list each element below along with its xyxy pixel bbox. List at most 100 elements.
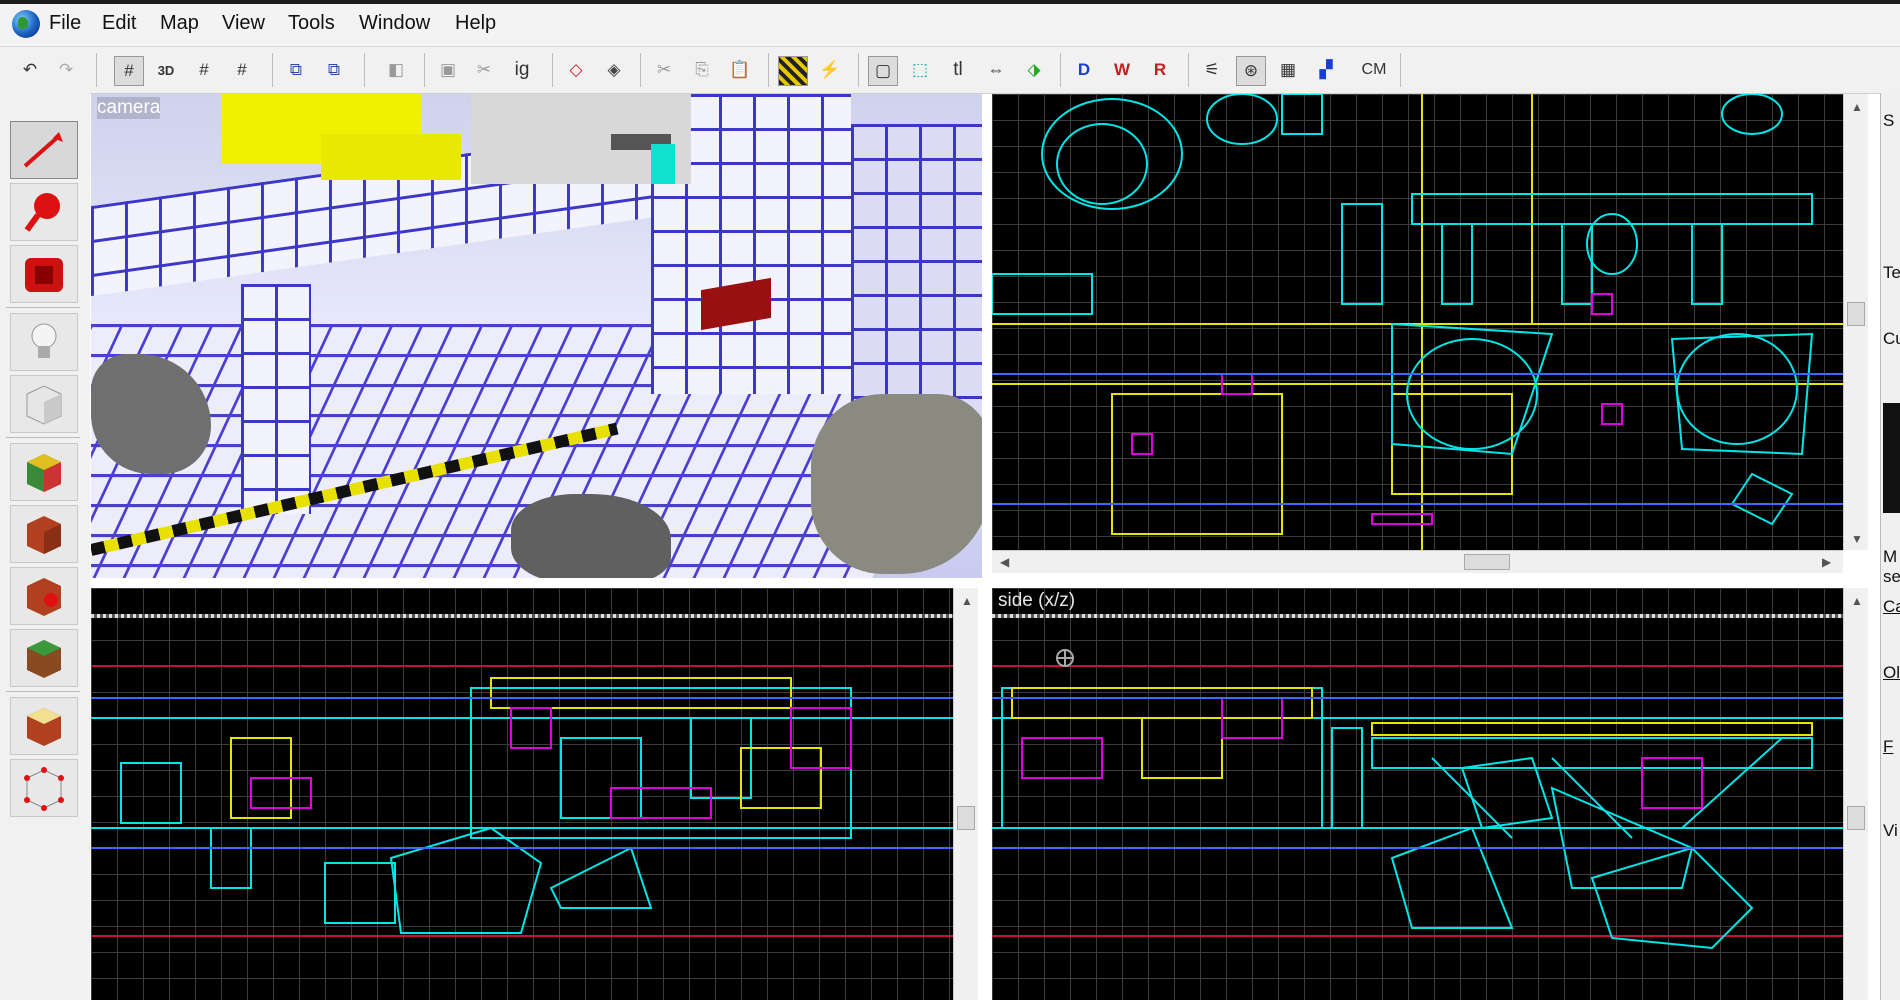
texture-tl-button[interactable]: tl xyxy=(944,56,972,84)
toolbar-separator xyxy=(768,53,769,87)
copy-icon[interactable]: ⎘ xyxy=(688,56,716,84)
group-icon[interactable]: ⧉ xyxy=(282,56,310,84)
menu-window[interactable]: Window xyxy=(359,12,430,35)
hollow-icon[interactable]: ▣ xyxy=(434,56,462,84)
panel-fragment: Te xyxy=(1883,263,1900,282)
tool-separator xyxy=(6,307,80,308)
scroll-thumb[interactable] xyxy=(1847,302,1865,326)
panel-fragment[interactable]: Ol xyxy=(1883,663,1900,683)
panel-fragment[interactable]: F xyxy=(1883,737,1893,757)
cut-icon[interactable]: ✂ xyxy=(650,56,678,84)
grid-icon[interactable]: # xyxy=(114,56,144,86)
layers-icon[interactable]: ▞ xyxy=(1312,56,1340,84)
toolbar-separator xyxy=(640,53,641,87)
menu-tools[interactable]: Tools xyxy=(288,12,335,35)
terrain-cube-icon[interactable] xyxy=(10,629,78,687)
top-viewport-vscroll[interactable]: ▲ ▼ xyxy=(1843,94,1868,550)
texture-replace-icon[interactable]: ⬗ xyxy=(1020,56,1048,84)
ungroup-icon[interactable]: ⧉ xyxy=(320,56,348,84)
scroll-up-arrow-icon[interactable]: ▲ xyxy=(961,594,973,608)
panel-fragment: S xyxy=(1883,111,1895,130)
redo-icon[interactable]: ↷ xyxy=(52,56,80,84)
brick-cube-icon[interactable] xyxy=(10,505,78,563)
rubble-right xyxy=(811,394,982,574)
entity-cube-icon[interactable] xyxy=(10,375,78,433)
scroll-thumb[interactable] xyxy=(1847,806,1865,830)
front-viewport[interactable] xyxy=(91,588,953,1000)
menu-view[interactable]: View xyxy=(222,12,265,35)
texture-app-icon[interactable]: ⇔ xyxy=(982,56,1010,84)
display-wireframe-icon[interactable]: W xyxy=(1108,56,1136,84)
scroll-up-arrow-icon[interactable]: ▲ xyxy=(1851,594,1863,608)
texture-cube-icon[interactable] xyxy=(10,443,78,501)
menu-file[interactable]: File xyxy=(49,12,81,35)
texture-lock-icon[interactable] xyxy=(778,56,808,86)
scroll-thumb[interactable] xyxy=(957,806,975,830)
models-icon[interactable]: ⊛ xyxy=(1236,56,1266,86)
toolbar-separator xyxy=(552,53,553,87)
main-toolbar: ↶ ↷ # 3D # # ⧉ ⧉ ◧ ▣ ✂ ig ◇ ◈ ✂ ⎘ 📋 ⚡ ▢ … xyxy=(0,47,1900,94)
side-viewport[interactable]: side (x/z) xyxy=(992,588,1843,1000)
grid-small-icon[interactable]: # xyxy=(190,56,218,84)
light-icon[interactable] xyxy=(10,313,78,371)
menu-help[interactable]: Help xyxy=(455,12,496,35)
entity-connections-icon[interactable]: ⚟ xyxy=(1198,56,1226,84)
camera-icon[interactable] xyxy=(10,245,78,303)
ignore-groups-button[interactable]: ig xyxy=(508,56,536,84)
display-render-icon[interactable]: R xyxy=(1146,56,1174,84)
panel-fragment: Cu xyxy=(1883,329,1900,348)
menu-map[interactable]: Map xyxy=(160,12,199,35)
hide-selected-icon[interactable]: ◇ xyxy=(562,56,590,84)
grid-large-icon[interactable]: # xyxy=(228,56,256,84)
toolbar-separator xyxy=(96,53,97,87)
cm-button[interactable]: CM xyxy=(1354,56,1394,84)
side-viewport-vscroll[interactable]: ▲ xyxy=(1843,588,1868,1000)
panel-preview-box xyxy=(1883,403,1900,513)
paste-icon[interactable]: 📋 xyxy=(726,56,754,84)
front-view-brushes xyxy=(91,665,953,937)
camera-viewport[interactable]: camera xyxy=(91,94,982,578)
brick-special-icon[interactable] xyxy=(10,567,78,625)
scroll-up-arrow-icon[interactable]: ▲ xyxy=(1851,100,1863,114)
scroll-down-arrow-icon[interactable]: ▼ xyxy=(1851,532,1863,546)
rubble-bottom xyxy=(511,494,671,578)
toolbar-separator xyxy=(858,53,859,87)
top-viewport[interactable] xyxy=(992,94,1843,550)
magnify-icon[interactable] xyxy=(10,183,78,241)
front-viewport-vscroll[interactable]: ▲ xyxy=(953,588,978,1000)
panel-fragment: Vi xyxy=(1883,821,1898,840)
right-side-panel: S Te Cu M se Ca Ol F Vi xyxy=(1880,93,1900,1000)
camera-label: camera xyxy=(97,97,161,119)
scroll-right-arrow-icon[interactable]: ▶ xyxy=(1822,555,1831,569)
texture-lock-scale-icon[interactable]: ⚡ xyxy=(816,56,844,84)
toolbar-separator xyxy=(1188,53,1189,87)
panel-fragment: M xyxy=(1883,547,1898,566)
select-arrow-icon[interactable] xyxy=(10,121,78,179)
support-pillar xyxy=(241,284,311,514)
show-all-icon[interactable]: ◈ xyxy=(600,56,628,84)
top-viewport-hscroll[interactable]: ◀ ▶ xyxy=(992,550,1843,573)
app-globe-icon[interactable] xyxy=(12,10,40,38)
menu-edit[interactable]: Edit xyxy=(102,12,136,35)
panel-fragment: se xyxy=(1883,567,1900,586)
select-cursor-icon[interactable]: ⬚ xyxy=(906,56,934,84)
panel-fragment[interactable]: Ca xyxy=(1883,597,1900,617)
toolbar-separator xyxy=(1060,53,1061,87)
undo-icon[interactable]: ↶ xyxy=(16,56,44,84)
scroll-thumb[interactable] xyxy=(1464,554,1510,570)
toolbar-separator xyxy=(424,53,425,87)
3d-grid-icon[interactable]: 3D xyxy=(152,56,180,84)
tool-separator xyxy=(6,691,80,692)
clip-icon[interactable]: ✂ xyxy=(470,56,498,84)
texture-apply-icon[interactable] xyxy=(10,697,78,755)
vertex-edit-icon[interactable] xyxy=(10,759,78,817)
menu-bar: File Edit Map View Tools Window Help xyxy=(0,0,1900,47)
yellow-ledge xyxy=(321,134,461,180)
carve-icon[interactable]: ◧ xyxy=(382,56,410,84)
selection-box-icon[interactable]: ▢ xyxy=(868,56,898,86)
display-origin-icon[interactable]: D xyxy=(1070,56,1098,84)
side-view-label: side (x/z) xyxy=(998,590,1076,611)
cyan-marker xyxy=(651,144,675,184)
scroll-left-arrow-icon[interactable]: ◀ xyxy=(1000,555,1009,569)
textures-icon[interactable]: ▦ xyxy=(1274,56,1302,84)
